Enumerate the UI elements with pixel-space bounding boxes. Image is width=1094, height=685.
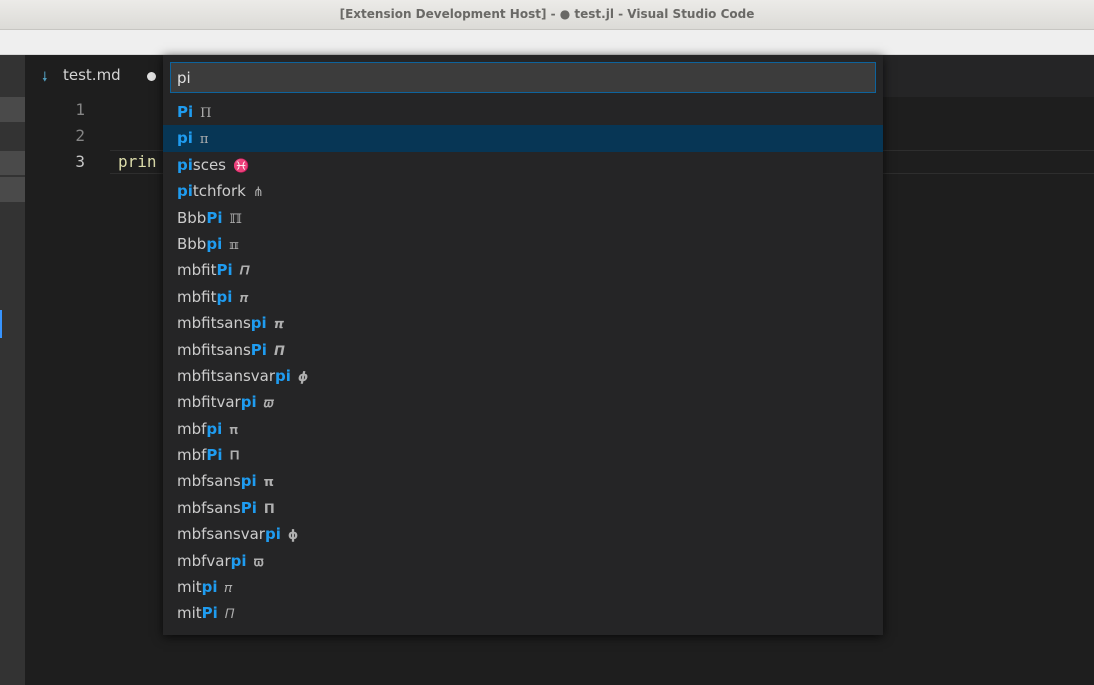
item-symbol: 𝜋 (224, 581, 233, 597)
line-number-active: 3 (75, 152, 85, 171)
item-symbol: ℿ (229, 211, 242, 227)
item-prefix: Bbb (177, 208, 207, 227)
quick-pick-item[interactable]: mbfitsansvarpi 𝟇 (163, 363, 883, 389)
activity-bar (0, 55, 25, 685)
quick-pick-item[interactable]: mbfitsanspi 𝞹 (163, 310, 883, 336)
item-symbol: 𝝿 (263, 475, 274, 491)
quick-pick-item[interactable]: mbfpi 𝛑 (163, 416, 883, 442)
item-match: pi (177, 129, 193, 148)
item-prefix: mbfsans (177, 472, 241, 491)
item-symbol: ℼ (229, 237, 239, 253)
item-symbol: 𝛡 (253, 554, 264, 570)
quick-pick-item[interactable]: mbfsansvarpi 𝞍 (163, 521, 883, 547)
item-match: pi (206, 419, 223, 438)
item-symbol: 𝞍 (287, 528, 299, 544)
item-symbol: 𝞹 (273, 317, 284, 333)
code-line[interactable]: prin (118, 152, 157, 171)
item-match: pi (206, 234, 223, 253)
quick-pick-item[interactable]: mbfitvarpi 𝝕 (163, 389, 883, 415)
item-symbol: 𝟇 (297, 369, 309, 385)
item-suffix: sces (192, 155, 226, 174)
tab-test-md[interactable]: 🠗 test.md (25, 55, 165, 97)
line-number: 1 (75, 100, 85, 119)
item-match: pi (264, 525, 281, 544)
quick-pick-input[interactable] (170, 62, 876, 93)
quick-pick-item[interactable]: mitPi 𝛱 (163, 600, 883, 626)
item-prefix: mbfitvar (177, 393, 241, 412)
item-prefix: mbfit (177, 287, 217, 306)
item-prefix: mbfsansvar (177, 525, 265, 544)
item-symbol: Π (200, 106, 212, 121)
tab-label: test.md (63, 66, 121, 84)
item-match: Pi (201, 604, 218, 623)
quick-pick-item[interactable]: mbfitsansPi 𝞟 (163, 337, 883, 363)
line-number: 2 (75, 126, 85, 145)
item-match: pi (240, 472, 257, 491)
item-symbol: 𝛑 (229, 422, 238, 438)
item-match: pi (230, 551, 247, 570)
item-prefix: mbf (177, 419, 207, 438)
item-prefix: mbf (177, 446, 207, 465)
item-match: pi (275, 366, 291, 385)
item-match: pi (240, 393, 257, 412)
item-prefix: Bbb (177, 234, 207, 253)
window-title: [Extension Development Host] - ● test.jl… (339, 7, 755, 21)
quick-pick-item[interactable]: mbfPi 𝚷 (163, 442, 883, 468)
item-prefix: mit (177, 604, 202, 623)
item-symbol: ⋔ (252, 185, 264, 201)
quick-pick-item[interactable]: mbfsanspi 𝝿 (163, 468, 883, 494)
item-prefix: mbfit (177, 261, 217, 280)
quick-pick-item[interactable]: Bbbpi ℼ (163, 231, 883, 257)
item-match: Pi (216, 261, 233, 280)
item-match: Pi (250, 340, 267, 359)
quick-pick: PiΠpiπpisces♓pitchfork⋔BbbPiℿBbbpiℼmbfit… (163, 55, 883, 635)
item-prefix: mbfitsans (177, 314, 251, 333)
window-titlebar: [Extension Development Host] - ● test.jl… (0, 0, 1094, 30)
item-prefix: mbfvar (177, 551, 231, 570)
item-match: Pi (206, 208, 223, 227)
item-match: pi (201, 578, 218, 597)
item-match: Pi (206, 446, 223, 465)
item-symbol: 𝞟 (273, 343, 285, 359)
unsaved-dot-icon[interactable] (147, 72, 156, 81)
activity-slot[interactable] (0, 177, 25, 202)
item-prefix: mbfitsans (177, 340, 251, 359)
item-match: Pi (177, 103, 194, 121)
item-match: pi (177, 155, 193, 174)
item-symbol: 𝝅 (239, 290, 248, 306)
item-prefix: mit (177, 578, 202, 597)
item-symbol: 𝝕 (263, 396, 274, 412)
item-symbol: ♓ (233, 158, 250, 174)
item-match: Pi (240, 498, 257, 517)
item-match: pi (177, 182, 193, 201)
quick-pick-item[interactable]: mbfitPi 𝜫 (163, 257, 883, 283)
activity-slot[interactable] (0, 97, 25, 122)
quick-pick-item[interactable]: mbfsansPi 𝝥 (163, 495, 883, 521)
activity-slot[interactable] (0, 151, 25, 175)
markdown-icon: 🠗 (42, 70, 48, 85)
item-prefix: mbfsans (177, 498, 241, 517)
quick-pick-item[interactable]: Pi Π (163, 99, 883, 125)
item-match: pi (216, 287, 233, 306)
quick-pick-item[interactable]: mbfvarpi 𝛡 (163, 548, 883, 574)
quick-pick-item[interactable]: pisces ♓ (163, 152, 883, 178)
quick-pick-item[interactable]: BbbPi ℿ (163, 205, 883, 231)
item-match: pi (250, 314, 267, 333)
item-prefix: mbfitsansvar (177, 366, 276, 385)
item-symbol: 𝝥 (263, 501, 275, 517)
activity-active-indicator (0, 310, 2, 338)
quick-pick-item[interactable]: pitchfork ⋔ (163, 178, 883, 204)
quick-pick-item[interactable]: mitpi 𝜋 (163, 574, 883, 600)
item-symbol: 𝛱 (224, 607, 235, 623)
item-symbol: 𝜫 (239, 264, 250, 280)
item-symbol: 𝚷 (229, 449, 240, 465)
quick-pick-item[interactable]: mbfitpi 𝝅 (163, 284, 883, 310)
quick-pick-list: Pi Πpi π pisces ♓ pitchfork ⋔ BbbPi ℿ Bbbpi ℼ mbfit… (163, 99, 883, 627)
item-symbol: π (199, 132, 209, 148)
item-suffix: tchfork (192, 182, 246, 201)
menu-bar (0, 30, 1094, 55)
quick-pick-item[interactable]: pi π (163, 125, 883, 152)
